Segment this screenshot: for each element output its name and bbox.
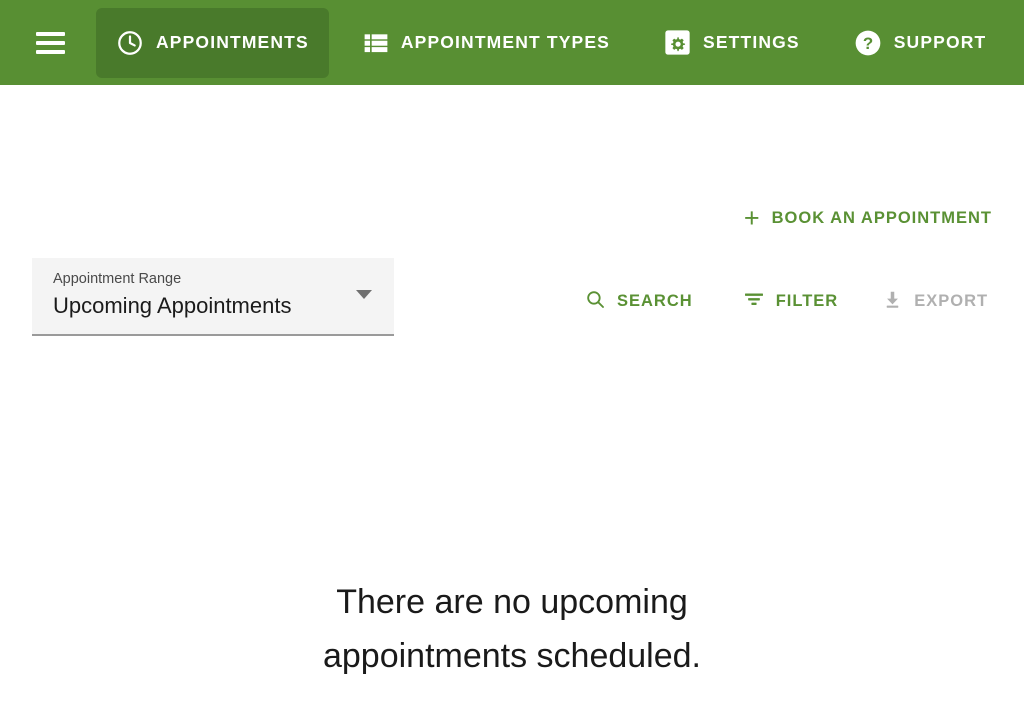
search-icon — [585, 289, 606, 315]
hamburger-bar — [35, 40, 65, 45]
empty-state-line-2: appointments scheduled. — [322, 637, 702, 675]
main-navigation: APPOINTMENTS APPOINTMENT TYPES SETTINGS … — [96, 7, 1007, 78]
hamburger-bar — [35, 49, 65, 54]
filter-button[interactable]: FILTER — [743, 288, 839, 315]
main-content: + BOOK AN APPOINTMENT Appointment Range … — [0, 85, 1024, 714]
search-label: SEARCH — [617, 292, 693, 310]
appointment-range-select[interactable]: Appointment Range Upcoming Appointments — [32, 258, 394, 336]
empty-state-line-1: There are no upcoming — [336, 583, 688, 621]
book-appointment-label-top: BOOK AN APPOINTMENT — [771, 209, 992, 227]
nav-label-settings: SETTINGS — [703, 32, 800, 52]
plus-icon: + — [743, 203, 760, 233]
nav-item-appointment-types[interactable]: APPOINTMENT TYPES — [343, 8, 630, 78]
nav-item-support[interactable]: ? SUPPORT — [834, 8, 1007, 78]
book-appointment-button-top[interactable]: + BOOK AN APPOINTMENT — [744, 205, 992, 232]
filter-label: FILTER — [775, 292, 839, 310]
toolbar-actions: SEARCH FILTER EXPORT — [585, 288, 988, 315]
app-header: APPOINTMENTS APPOINTMENT TYPES SETTINGS … — [0, 0, 1024, 85]
download-icon — [882, 289, 903, 315]
hamburger-bar — [35, 31, 65, 36]
nav-item-settings[interactable]: SETTINGS — [644, 8, 820, 78]
appointment-range-label: Appointment Range — [53, 271, 182, 287]
nav-label-support: SUPPORT — [893, 32, 987, 52]
nav-item-appointments[interactable]: APPOINTMENTS — [96, 7, 329, 78]
appointment-range-value: Upcoming Appointments — [53, 293, 292, 319]
export-label: EXPORT — [914, 292, 989, 310]
export-button[interactable]: EXPORT — [882, 289, 988, 315]
clock-icon — [116, 29, 144, 57]
nav-label-appointment-types: APPOINTMENT TYPES — [400, 32, 610, 52]
empty-state-message: There are no upcoming appointments sched… — [0, 575, 1024, 683]
hamburger-menu-icon[interactable] — [26, 19, 74, 67]
list-icon — [363, 30, 389, 56]
svg-text:?: ? — [863, 34, 873, 53]
search-button[interactable]: SEARCH — [585, 289, 693, 315]
filter-icon — [743, 288, 765, 315]
help-icon: ? — [854, 29, 882, 57]
gear-icon — [664, 29, 691, 56]
nav-label-appointments: APPOINTMENTS — [156, 32, 309, 52]
chevron-down-icon[interactable] — [356, 290, 372, 299]
